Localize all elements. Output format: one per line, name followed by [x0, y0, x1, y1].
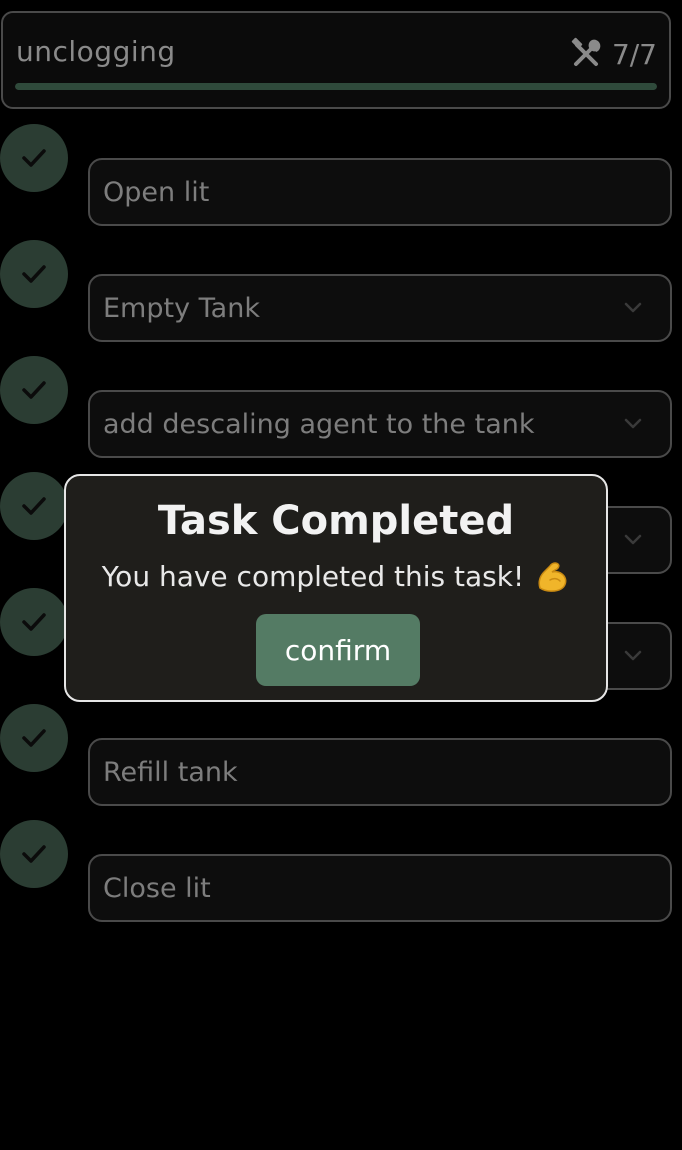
task-header: unclogging 7/7	[1, 11, 671, 109]
confirm-button[interactable]: confirm	[256, 614, 420, 686]
step-item: Open lit	[0, 124, 682, 226]
step-item: Empty Tank	[0, 240, 682, 342]
step-field[interactable]: Empty Tank	[88, 274, 672, 342]
step-checkbox[interactable]	[0, 820, 68, 888]
dialog-title: Task Completed	[157, 498, 515, 544]
checkmark-icon	[22, 381, 46, 399]
step-checkbox[interactable]	[0, 124, 68, 192]
checkmark-icon	[22, 265, 46, 283]
step-checkbox[interactable]	[0, 704, 68, 772]
tools-icon	[571, 37, 601, 66]
task-completed-dialog: Task Completed You have completed this t…	[64, 474, 608, 702]
checkmark-icon	[22, 845, 46, 863]
task-count: 7/7	[611, 37, 657, 71]
step-label: Open lit	[103, 177, 210, 208]
step-label: add descaling agent to the tank	[103, 409, 535, 440]
step-checkbox[interactable]	[0, 472, 68, 540]
step-label: Close lit	[103, 873, 211, 904]
dialog-message: You have completed this task!	[66, 558, 606, 594]
step-item: Refill tank	[0, 704, 682, 806]
step-field[interactable]: Close lit	[88, 854, 672, 922]
step-checkbox[interactable]	[0, 240, 68, 308]
step-label: Empty Tank	[103, 293, 260, 324]
step-item: add descaling agent to the tank	[0, 356, 682, 458]
step-checkbox[interactable]	[0, 356, 68, 424]
checkmark-icon	[22, 497, 46, 515]
chevron-down-icon[interactable]	[622, 648, 644, 664]
chevron-down-icon[interactable]	[622, 532, 644, 548]
chevron-down-icon[interactable]	[622, 300, 644, 316]
step-field[interactable]: Open lit	[88, 158, 672, 226]
step-field[interactable]: add descaling agent to the tank	[88, 390, 672, 458]
task-page: unclogging 7/7 Open lit Empty Tank add d…	[0, 0, 682, 1150]
task-title: unclogging	[16, 35, 176, 68]
checkmark-icon	[22, 729, 46, 747]
checkmark-icon	[22, 613, 46, 631]
step-checkbox[interactable]	[0, 588, 68, 656]
flexed-biceps-icon	[538, 562, 567, 592]
task-progress-summary: 7/7	[568, 34, 657, 74]
progress-bar-fill	[15, 83, 657, 90]
step-item: Close lit	[0, 820, 682, 922]
checkmark-icon	[22, 149, 46, 167]
step-field[interactable]: Refill tank	[88, 738, 672, 806]
chevron-down-icon[interactable]	[622, 416, 644, 432]
dialog-message-text: You have completed this task!	[101, 559, 525, 593]
progress-bar	[15, 83, 657, 90]
step-label: Refill tank	[103, 757, 238, 788]
